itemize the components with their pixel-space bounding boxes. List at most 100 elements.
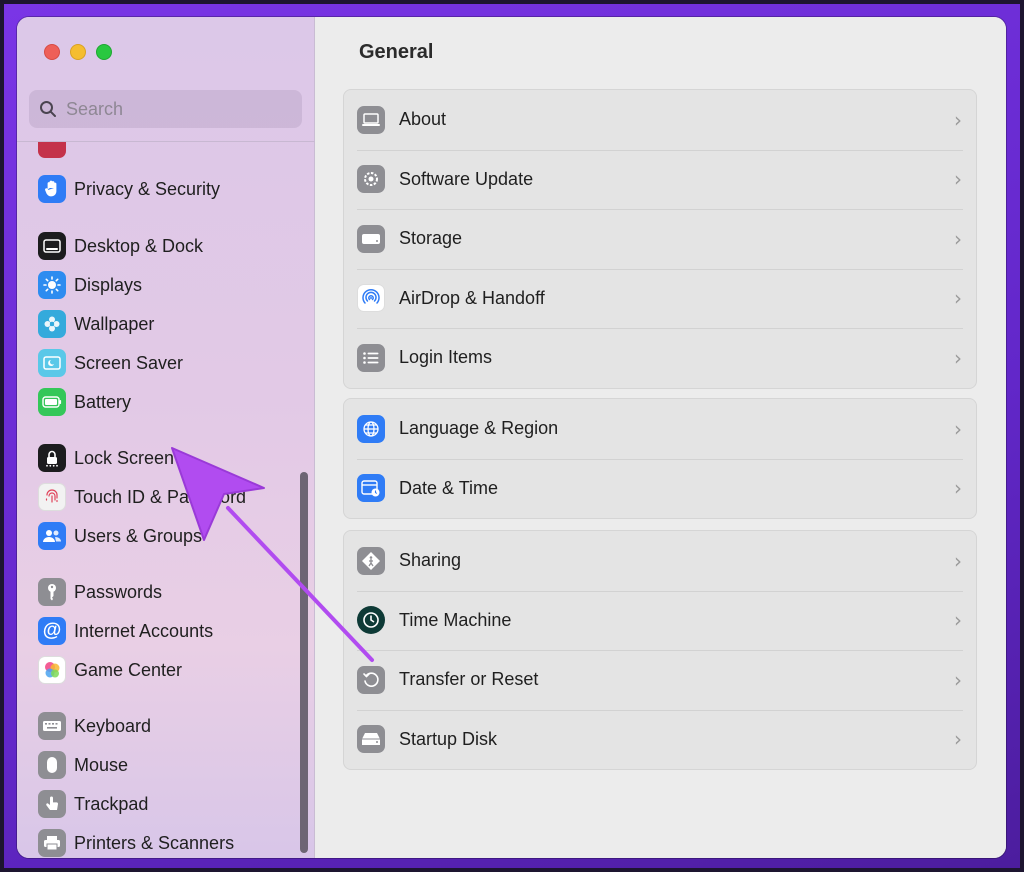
main-panel: General About › Software Update › Storag… (315, 17, 1006, 858)
sidebar-item-keyboard[interactable]: Keyboard (38, 710, 151, 742)
sidebar-item-label: Wallpaper (74, 313, 155, 334)
at-icon: @ (38, 617, 66, 645)
sidebar-item-privacy-security[interactable]: Privacy & Security (38, 173, 220, 205)
row-storage[interactable]: Storage › (344, 209, 976, 269)
sidebar-item-label: Passwords (74, 581, 163, 602)
sharing-icon (357, 546, 385, 575)
chevron-right-icon: › (954, 286, 962, 311)
disk-icon (357, 725, 385, 754)
sidebar-item-desktop-dock[interactable]: Desktop & Dock (38, 230, 203, 262)
settings-group-system: About › Software Update › Storage › AirD… (343, 89, 977, 389)
chevron-right-icon: › (954, 345, 962, 370)
row-software-update[interactable]: Software Update › (344, 149, 976, 210)
trackpad-icon (38, 790, 66, 818)
sidebar-item-label: Trackpad (74, 793, 149, 814)
chevron-right-icon: › (954, 548, 962, 573)
flower-icon (38, 310, 66, 338)
sidebar-item-label: Internet Accounts (74, 620, 214, 641)
sidebar-item-mouse[interactable]: Mouse (38, 749, 128, 781)
zoom-button[interactable] (96, 44, 112, 60)
sidebar-item-passwords[interactable]: Passwords (38, 576, 162, 608)
sidebar-item-trackpad[interactable]: Trackpad (38, 788, 148, 820)
row-label: Login Items (399, 347, 493, 368)
row-label: AirDrop & Handoff (399, 287, 545, 308)
window-controls (44, 44, 112, 60)
sidebar-item-screen-saver[interactable]: Screen Saver (38, 347, 183, 379)
sidebar-item-label: Battery (74, 391, 132, 412)
focus-icon (38, 142, 66, 158)
minimize-button[interactable] (70, 44, 86, 60)
close-button[interactable] (44, 44, 60, 60)
row-about[interactable]: About › (344, 90, 976, 150)
sidebar-item-lock-screen[interactable]: Lock Screen (38, 442, 174, 474)
chevron-right-icon: › (954, 167, 962, 192)
sidebar-item-label: Users & Groups (74, 525, 203, 546)
sidebar-scrollbar[interactable] (300, 472, 308, 853)
row-date-time[interactable]: Date & Time › (344, 458, 976, 519)
row-label: Sharing (399, 550, 462, 571)
sidebar-item-touch-id-password[interactable]: Touch ID & Password (38, 481, 246, 513)
settings-group-sharing: Sharing › Time Machine › Transfer or Res… (343, 530, 977, 770)
hand-icon (38, 175, 66, 203)
sun-icon (38, 271, 66, 299)
airdrop-icon (357, 284, 385, 313)
row-label: Language & Region (399, 418, 559, 439)
reset-icon (357, 665, 385, 694)
battery-icon (38, 388, 66, 416)
chevron-right-icon: › (954, 608, 962, 633)
settings-group-region: Language & Region › Date & Time › (343, 398, 977, 519)
sidebar-item-label: Game Center (74, 659, 183, 680)
row-time-machine[interactable]: Time Machine › (344, 590, 976, 651)
list-icon (357, 343, 385, 372)
gear-badge-icon (357, 165, 385, 194)
sidebar-item-partial[interactable] (38, 142, 66, 160)
row-sharing[interactable]: Sharing › (344, 531, 976, 591)
row-startup-disk[interactable]: Startup Disk › (344, 709, 976, 770)
sidebar-item-game-center[interactable]: Game Center (38, 654, 182, 686)
row-label: Storage (399, 228, 463, 249)
chevron-right-icon: › (954, 416, 962, 441)
sidebar-list: Privacy & Security Desktop & Dock Displa… (17, 142, 315, 858)
keyboard-icon (38, 712, 66, 740)
mouse-icon (38, 751, 66, 779)
chevron-right-icon: › (954, 107, 962, 132)
row-language-region[interactable]: Language & Region › (344, 399, 976, 459)
row-airdrop-handoff[interactable]: AirDrop & Handoff › (344, 268, 976, 329)
fingerprint-icon (38, 483, 66, 511)
search-input[interactable] (66, 98, 286, 120)
page-title: General (359, 41, 434, 63)
row-transfer-reset[interactable]: Transfer or Reset › (344, 650, 976, 710)
lock-icon (38, 444, 66, 472)
chevron-right-icon: › (954, 226, 962, 251)
drive-icon (357, 224, 385, 253)
globe-icon (357, 414, 385, 443)
calendar-clock-icon (357, 474, 385, 503)
sidebar-item-label: Keyboard (74, 715, 152, 736)
sidebar-item-label: Touch ID & Password (74, 486, 247, 507)
sidebar-item-battery[interactable]: Battery (38, 386, 131, 418)
row-label: Startup Disk (399, 728, 498, 749)
dock-icon (38, 232, 66, 260)
sidebar-item-label: Privacy & Security (74, 178, 221, 199)
row-label: About (399, 109, 447, 130)
sidebar-item-label: Screen Saver (74, 352, 184, 373)
gamecenter-icon (38, 656, 66, 684)
key-icon (38, 578, 66, 606)
sidebar-item-label: Displays (74, 274, 143, 295)
sidebar-item-printers-scanners[interactable]: Printers & Scanners (38, 827, 234, 858)
sidebar-item-internet-accounts[interactable]: @ Internet Accounts (38, 615, 213, 647)
row-label: Time Machine (399, 609, 512, 630)
sidebar-item-label: Desktop & Dock (74, 235, 204, 256)
sidebar-item-wallpaper[interactable]: Wallpaper (38, 308, 154, 340)
sidebar-item-displays[interactable]: Displays (38, 269, 142, 301)
users-icon (38, 522, 66, 550)
time-machine-icon (357, 606, 385, 635)
search-field[interactable] (29, 90, 302, 128)
laptop-icon (357, 105, 385, 134)
row-login-items[interactable]: Login Items › (344, 328, 976, 388)
screensaver-icon (38, 349, 66, 377)
chevron-right-icon: › (954, 476, 962, 501)
settings-window: Privacy & Security Desktop & Dock Displa… (17, 17, 1006, 858)
sidebar-item-users-groups[interactable]: Users & Groups (38, 520, 202, 552)
sidebar-item-label: Lock Screen (74, 447, 175, 468)
